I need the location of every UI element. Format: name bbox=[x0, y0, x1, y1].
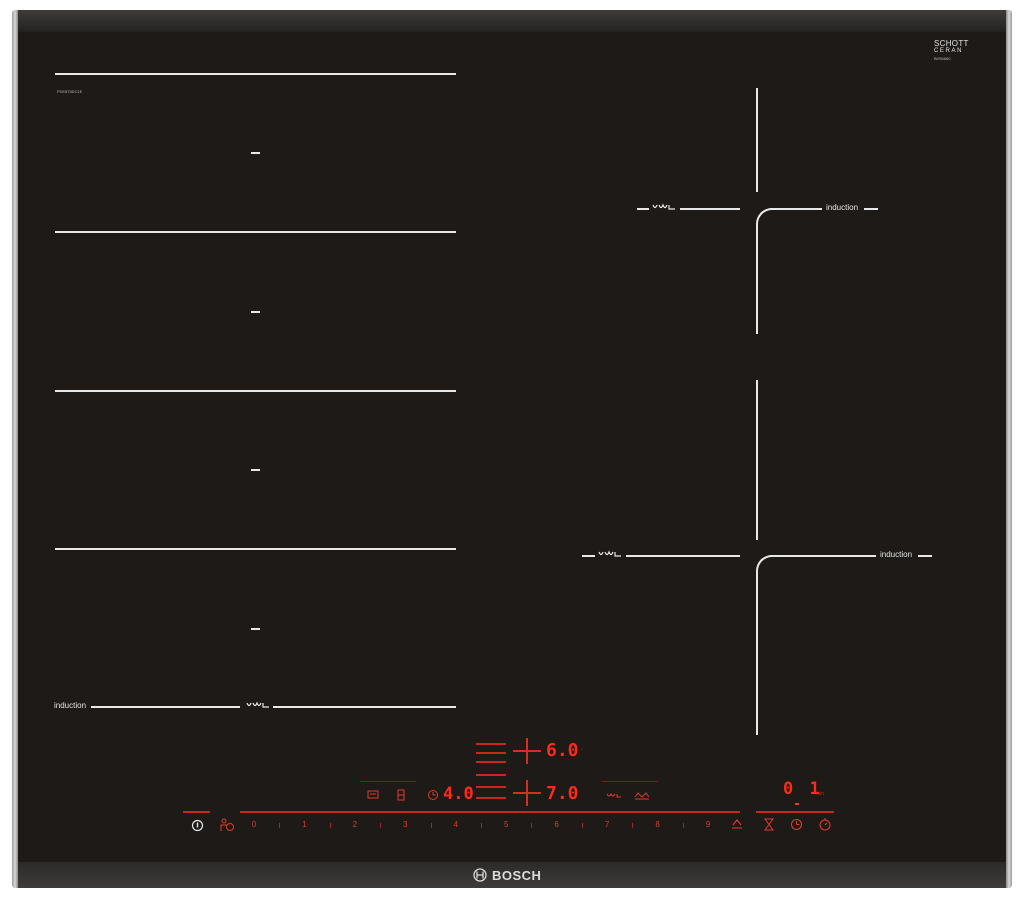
zone-selector-bar-1[interactable] bbox=[476, 743, 506, 745]
glass-surface bbox=[18, 12, 1006, 886]
right-top-line-right bbox=[770, 208, 822, 210]
wave-symbol-icon bbox=[652, 203, 675, 210]
right-top-line-left-a bbox=[637, 208, 649, 210]
timer-icon[interactable] bbox=[427, 789, 439, 801]
right-bottom-line-right bbox=[770, 555, 876, 557]
power-level-3[interactable]: 3 bbox=[399, 820, 411, 830]
right-bottom-zone-vline-upper bbox=[756, 380, 758, 540]
left-zone-mark-3 bbox=[251, 469, 260, 471]
zone-selector-bar-3[interactable] bbox=[476, 761, 506, 763]
boost-icon[interactable] bbox=[730, 817, 744, 831]
power-level-6[interactable]: 6 bbox=[551, 820, 563, 830]
zone-select-upper-icon[interactable] bbox=[513, 738, 541, 764]
top-trim bbox=[18, 10, 1006, 32]
power-level-0[interactable]: 0 bbox=[248, 820, 260, 830]
power-half-step-tick[interactable] bbox=[329, 823, 331, 828]
brand-logo: BOSCH bbox=[473, 866, 541, 884]
zone-upper-indicator: ◦ bbox=[581, 747, 584, 753]
left-zone-divider-2 bbox=[55, 231, 456, 233]
right-timer-unit: min bbox=[816, 791, 825, 797]
zone-select-lower-icon[interactable] bbox=[513, 780, 541, 806]
right-bottom-line-end bbox=[918, 555, 932, 557]
brand-name: BOSCH bbox=[492, 867, 542, 883]
left-timer-display: 4.0 bbox=[443, 784, 474, 804]
power-slider-track[interactable] bbox=[240, 811, 740, 813]
glass-maker-mark: SCHOTT CERAN B0S6660 bbox=[934, 39, 969, 62]
left-zone-divider-3 bbox=[55, 390, 456, 392]
right-top-induction-label: induction bbox=[826, 203, 859, 212]
left-zone-mark-2 bbox=[251, 311, 260, 313]
wave-symbol-icon bbox=[246, 701, 269, 708]
right-top-line-left-b bbox=[680, 208, 740, 210]
power-half-step-tick[interactable] bbox=[531, 823, 533, 828]
power-level-5[interactable]: 5 bbox=[500, 820, 512, 830]
glass-maker-small: B0S6660 bbox=[934, 56, 951, 61]
model-label: PXE875DC1E bbox=[57, 89, 83, 94]
power-level-7[interactable]: 7 bbox=[601, 820, 613, 830]
power-level-2[interactable]: 2 bbox=[349, 820, 361, 830]
power-half-step-tick[interactable] bbox=[682, 823, 684, 828]
pan-icon[interactable] bbox=[397, 789, 405, 801]
move-mode-icon[interactable] bbox=[606, 792, 622, 800]
power-half-step-tick[interactable] bbox=[430, 823, 432, 828]
power-level-4[interactable]: 4 bbox=[450, 820, 462, 830]
zone-selector-bar-6[interactable] bbox=[476, 797, 506, 799]
frying-sensor-icon[interactable] bbox=[367, 790, 379, 800]
glass-maker-line2: CERAN bbox=[934, 48, 964, 54]
child-lock-icon[interactable] bbox=[219, 818, 235, 832]
left-bottom-line-1 bbox=[91, 706, 240, 708]
stopwatch-icon[interactable] bbox=[818, 817, 832, 831]
power-half-step-tick[interactable] bbox=[380, 823, 382, 828]
wave-symbol-icon bbox=[598, 550, 621, 557]
power-half-step-tick[interactable] bbox=[581, 823, 583, 828]
left-zone-induction-label: induction bbox=[54, 701, 87, 710]
right-bottom-zone-corner bbox=[756, 555, 818, 735]
power-slider-left-segment bbox=[183, 811, 210, 813]
power-level-8[interactable]: 8 bbox=[652, 820, 664, 830]
right-top-zone-vline-upper bbox=[756, 88, 758, 192]
left-zone-mark-1 bbox=[251, 152, 260, 154]
flex-zone-icon[interactable] bbox=[634, 791, 650, 800]
power-level-1[interactable]: 1 bbox=[298, 820, 310, 830]
zone-lower-power-display: 7.0 bbox=[546, 783, 579, 804]
left-zone-divider-1 bbox=[55, 73, 456, 75]
right-bottom-induction-label: induction bbox=[880, 550, 913, 559]
zone-selector-bar-5[interactable] bbox=[476, 786, 506, 788]
power-half-step-tick[interactable] bbox=[632, 823, 634, 828]
power-half-step-tick[interactable] bbox=[481, 823, 482, 828]
power-half-step-tick[interactable] bbox=[279, 823, 281, 828]
zone-selector-bar-4[interactable] bbox=[476, 774, 506, 776]
zone-selector-bar-2[interactable] bbox=[476, 752, 506, 754]
right-top-zone-corner bbox=[756, 208, 818, 334]
left-zone-mark-4 bbox=[251, 628, 260, 630]
timer-slider-track bbox=[756, 811, 834, 813]
power-icon[interactable] bbox=[191, 819, 204, 832]
function-label-line bbox=[360, 781, 416, 782]
zone-upper-power-display: 6.0 bbox=[546, 740, 579, 761]
timer-icon[interactable] bbox=[790, 818, 803, 831]
timer-dot bbox=[795, 803, 799, 805]
power-level-9[interactable]: 9 bbox=[702, 820, 714, 830]
glass-maker-line1: SCHOTT bbox=[934, 39, 969, 48]
right-top-line-end bbox=[864, 208, 878, 210]
bosch-armature-icon bbox=[473, 868, 487, 882]
left-bottom-line-2 bbox=[273, 706, 456, 708]
function-label-line bbox=[602, 781, 658, 782]
right-bottom-line-left-a bbox=[582, 555, 595, 557]
right-bottom-line-left-b bbox=[626, 555, 740, 557]
left-zone-divider-4 bbox=[55, 548, 456, 550]
wipe-protection-icon[interactable] bbox=[763, 818, 775, 831]
